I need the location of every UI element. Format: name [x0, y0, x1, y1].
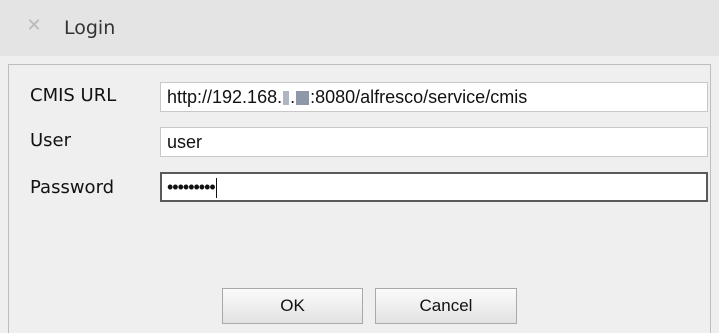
text-caret	[215, 178, 217, 199]
cmis-url-prefix: http://192.168.	[167, 87, 283, 107]
cmis-url-input[interactable]: http://192.168..:8080/alfresco/service/c…	[160, 82, 708, 112]
password-label: Password	[30, 177, 115, 198]
close-icon[interactable]: ✕	[26, 17, 42, 35]
cmis-url-label: CMIS URL	[30, 85, 117, 106]
cmis-url-suffix: :8080/alfresco/service/cmis	[310, 87, 528, 107]
ok-button[interactable]: OK	[222, 288, 363, 324]
redacted-octet-icon	[283, 91, 290, 106]
password-input[interactable]: •••••••••	[160, 172, 708, 202]
user-label: User	[30, 130, 72, 151]
cancel-button[interactable]: Cancel	[375, 288, 517, 324]
window-title: Login	[64, 17, 116, 39]
redacted-octet-icon	[296, 91, 310, 106]
login-dialog: ✕ Login CMIS URL http://192.168..:8080/a…	[0, 0, 719, 333]
user-input[interactable]: user	[160, 127, 708, 157]
password-value: •••••••••	[167, 177, 216, 197]
title-bar[interactable]: ✕ Login	[0, 0, 719, 56]
